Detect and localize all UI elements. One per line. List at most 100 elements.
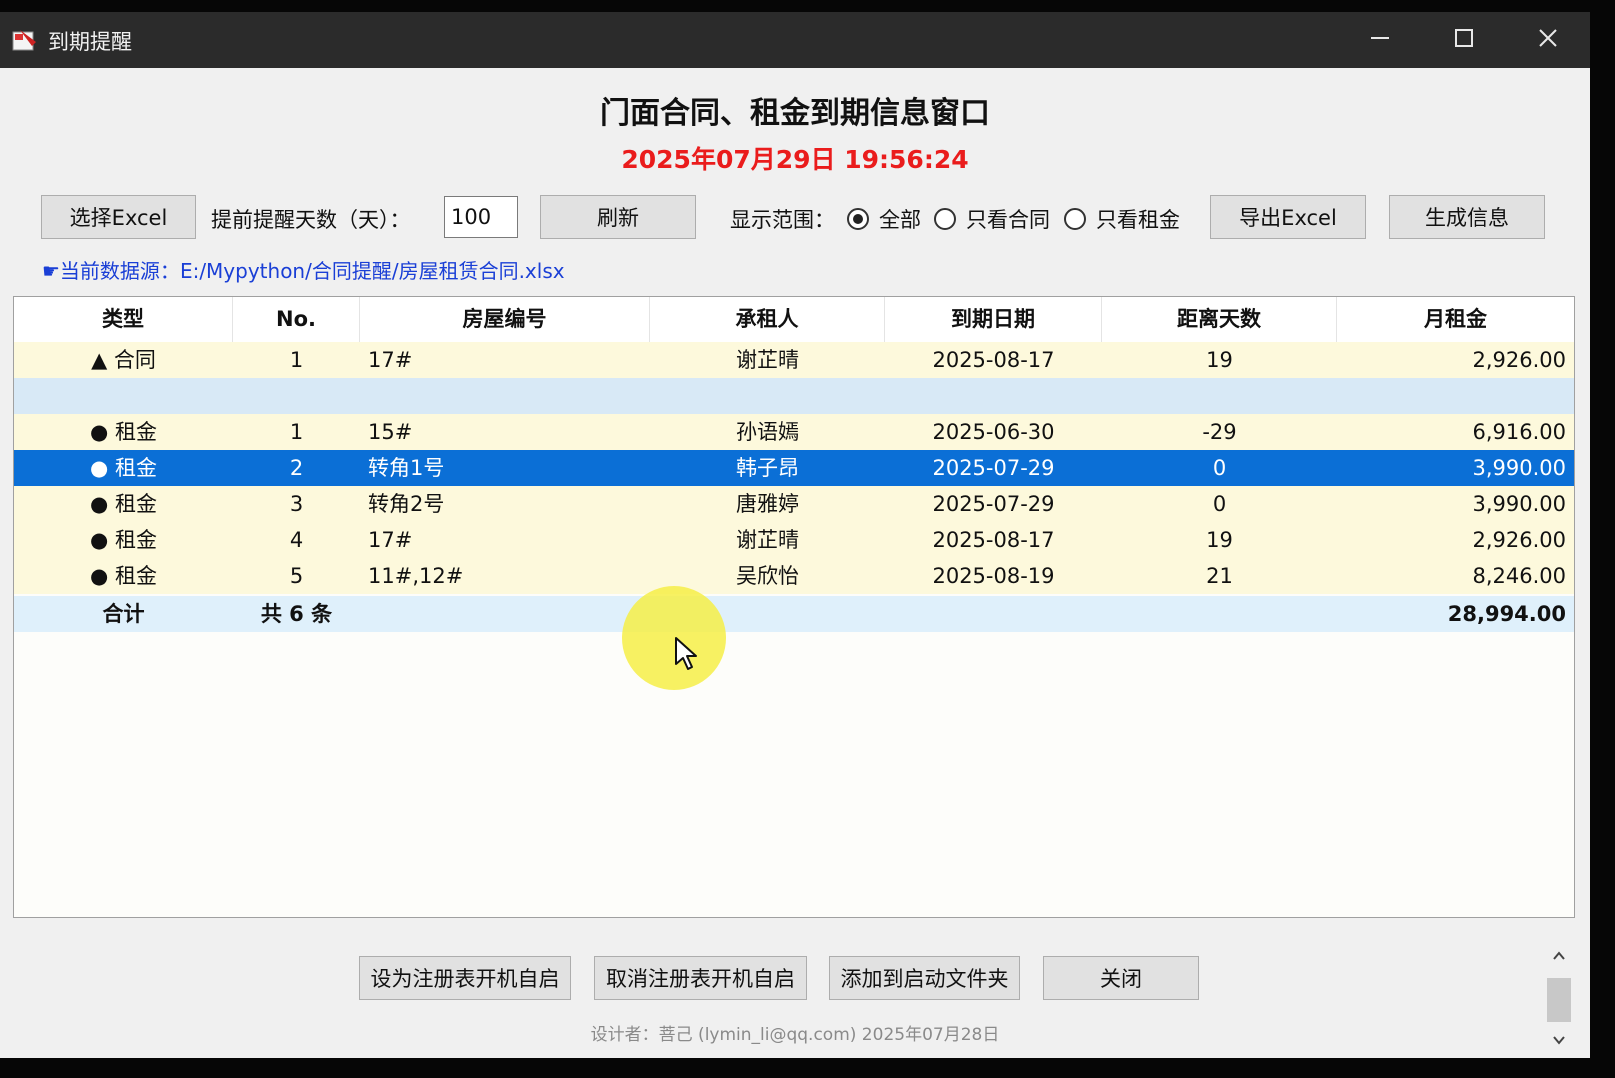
cell-days: 21 bbox=[1206, 564, 1233, 588]
range-rent-label[interactable]: 只看租金 bbox=[1096, 204, 1180, 234]
cell-no: 4 bbox=[289, 528, 304, 552]
total-count: 共 6 条 bbox=[260, 602, 333, 626]
cell-no bbox=[233, 378, 360, 414]
app-icon bbox=[12, 28, 38, 52]
close-button[interactable]: 关闭 bbox=[1043, 956, 1199, 1000]
cell-days bbox=[1102, 378, 1337, 414]
cell-days: 0 bbox=[1212, 492, 1227, 516]
range-all-radio[interactable] bbox=[847, 208, 869, 230]
cell-house: 17# bbox=[368, 528, 413, 552]
col-header-date[interactable]: 到期日期 bbox=[885, 297, 1102, 342]
cell-house: 转角2号 bbox=[368, 492, 445, 516]
col-header-tenant[interactable]: 承租人 bbox=[650, 297, 885, 342]
title-bar: 到期提醒 bbox=[0, 12, 1590, 68]
cell-days: 0 bbox=[1212, 456, 1227, 480]
cell-days: 19 bbox=[1206, 348, 1233, 372]
cell-tenant: 谢芷晴 bbox=[736, 528, 799, 552]
cell-no: 2 bbox=[289, 456, 304, 480]
generate-info-button[interactable]: 生成信息 bbox=[1389, 195, 1545, 239]
table-row[interactable]: ● 租金 5 11#,12# 吴欣怡 2025-08-19 21 8,246.00 bbox=[14, 558, 1574, 594]
table-header: 类型 No. 房屋编号 承租人 到期日期 距离天数 月租金 bbox=[14, 297, 1574, 342]
cell-tenant: 韩子昂 bbox=[736, 456, 799, 480]
page-title: 门面合同、租金到期信息窗口 bbox=[600, 96, 990, 131]
days-label: 提前提醒天数（天）： bbox=[211, 208, 411, 232]
cell-house: 17# bbox=[368, 348, 413, 372]
table-row[interactable]: ● 租金 4 17# 谢芷晴 2025-08-17 19 2,926.00 bbox=[14, 522, 1574, 558]
table-row[interactable]: ● 租金 1 15# 孙语嫣 2025-06-30 -29 6,916.00 bbox=[14, 414, 1574, 450]
chevron-up-icon[interactable] bbox=[1552, 948, 1566, 967]
cell-tenant: 唐雅婷 bbox=[736, 492, 799, 516]
refresh-button[interactable]: 刷新 bbox=[540, 195, 696, 239]
cell-rent: 3,990.00 bbox=[1472, 492, 1566, 516]
cell-no: 1 bbox=[289, 348, 304, 372]
cell-rent bbox=[1337, 378, 1574, 414]
range-contract-label[interactable]: 只看合同 bbox=[966, 204, 1050, 234]
close-window-button[interactable] bbox=[1508, 12, 1588, 68]
data-source-label: ☛当前数据源： bbox=[42, 259, 180, 283]
export-excel-button[interactable]: 导出Excel bbox=[1210, 195, 1366, 239]
cell-type bbox=[14, 378, 233, 414]
col-header-days[interactable]: 距离天数 bbox=[1102, 297, 1337, 342]
current-datetime: 2025年07月29日 19:56:24 bbox=[621, 145, 969, 174]
maximize-icon bbox=[1454, 28, 1474, 52]
minimize-button[interactable] bbox=[1340, 12, 1420, 68]
cell-type: ▲ 合同 bbox=[91, 348, 156, 372]
col-header-house[interactable]: 房屋编号 bbox=[360, 297, 650, 342]
chevron-down-icon[interactable] bbox=[1552, 1032, 1566, 1051]
cell-date: 2025-07-29 bbox=[932, 492, 1055, 516]
page-scrollbar[interactable] bbox=[1544, 944, 1574, 1054]
cell-date: 2025-06-30 bbox=[932, 420, 1055, 444]
cell-days: 19 bbox=[1206, 528, 1233, 552]
app-window: 到期提醒 门面合同、租金到期信息窗口 2025年07月29日 19:56:24 … bbox=[0, 12, 1590, 1058]
cell-date: 2025-07-29 bbox=[932, 456, 1055, 480]
cell-rent: 2,926.00 bbox=[1472, 348, 1566, 372]
cell-house: 15# bbox=[368, 420, 413, 444]
table-row[interactable]: ▲ 合同 1 17# 谢芷晴 2025-08-17 19 2,926.00 bbox=[14, 342, 1574, 378]
results-table[interactable]: 类型 No. 房屋编号 承租人 到期日期 距离天数 月租金 ▲ 合同 1 17# 谢芷… bbox=[13, 296, 1575, 918]
cell-house bbox=[360, 378, 650, 414]
maximize-button[interactable] bbox=[1424, 12, 1504, 68]
cell-tenant: 谢芷晴 bbox=[736, 348, 799, 372]
col-header-rent[interactable]: 月租金 bbox=[1337, 297, 1574, 342]
range-label: 显示范围： bbox=[730, 208, 835, 232]
cell-days: -29 bbox=[1202, 420, 1237, 444]
cell-rent: 8,246.00 bbox=[1472, 564, 1566, 588]
cell-type: ● 租金 bbox=[90, 528, 157, 552]
cell-tenant bbox=[650, 378, 885, 414]
cell-type: ● 租金 bbox=[90, 420, 157, 444]
table-separator-row[interactable] bbox=[14, 378, 1574, 414]
cell-type: ● 租金 bbox=[90, 456, 157, 480]
col-header-type[interactable]: 类型 bbox=[14, 297, 233, 342]
cell-date bbox=[885, 378, 1102, 414]
cell-rent: 6,916.00 bbox=[1472, 420, 1566, 444]
data-source-path: E:/Mypython/合同提醒/房屋租赁合同.xlsx bbox=[179, 259, 565, 283]
cancel-registry-autostart-button[interactable]: 取消注册表开机自启 bbox=[594, 956, 807, 1000]
cell-rent: 2,926.00 bbox=[1472, 528, 1566, 552]
col-header-no[interactable]: No. bbox=[233, 297, 360, 342]
range-contract-radio[interactable] bbox=[934, 208, 956, 230]
cell-date: 2025-08-17 bbox=[932, 348, 1055, 372]
select-excel-button[interactable]: 选择Excel bbox=[41, 195, 196, 239]
cell-date: 2025-08-19 bbox=[932, 564, 1055, 588]
cell-rent: 3,990.00 bbox=[1472, 456, 1566, 480]
cell-type: ● 租金 bbox=[90, 492, 157, 516]
scrollbar-thumb[interactable] bbox=[1547, 978, 1571, 1022]
table-row[interactable]: ● 租金 2 转角1号 韩子昂 2025-07-29 0 3,990.00 bbox=[14, 450, 1574, 486]
window-title: 到期提醒 bbox=[48, 30, 132, 54]
cell-no: 5 bbox=[289, 564, 304, 588]
cell-no: 1 bbox=[289, 420, 304, 444]
range-all-label[interactable]: 全部 bbox=[879, 204, 921, 234]
range-rent-radio[interactable] bbox=[1064, 208, 1086, 230]
add-startup-folder-button[interactable]: 添加到启动文件夹 bbox=[829, 956, 1020, 1000]
mouse-pointer-icon bbox=[674, 636, 700, 676]
cell-tenant: 孙语嫣 bbox=[736, 420, 799, 444]
table-row[interactable]: ● 租金 3 转角2号 唐雅婷 2025-07-29 0 3,990.00 bbox=[14, 486, 1574, 522]
cell-date: 2025-08-17 bbox=[932, 528, 1055, 552]
total-label: 合计 bbox=[102, 602, 145, 626]
registry-autostart-button[interactable]: 设为注册表开机自启 bbox=[359, 956, 571, 1000]
table-total-row: 合计 共 6 条 28,994.00 bbox=[14, 596, 1574, 632]
total-rent: 28,994.00 bbox=[1447, 602, 1566, 626]
close-icon bbox=[1538, 28, 1558, 52]
days-input[interactable] bbox=[444, 196, 518, 238]
footer-credit: 设计者：菩己 (lymin_li@qq.com) 2025年07月28日 bbox=[590, 1025, 1000, 1045]
